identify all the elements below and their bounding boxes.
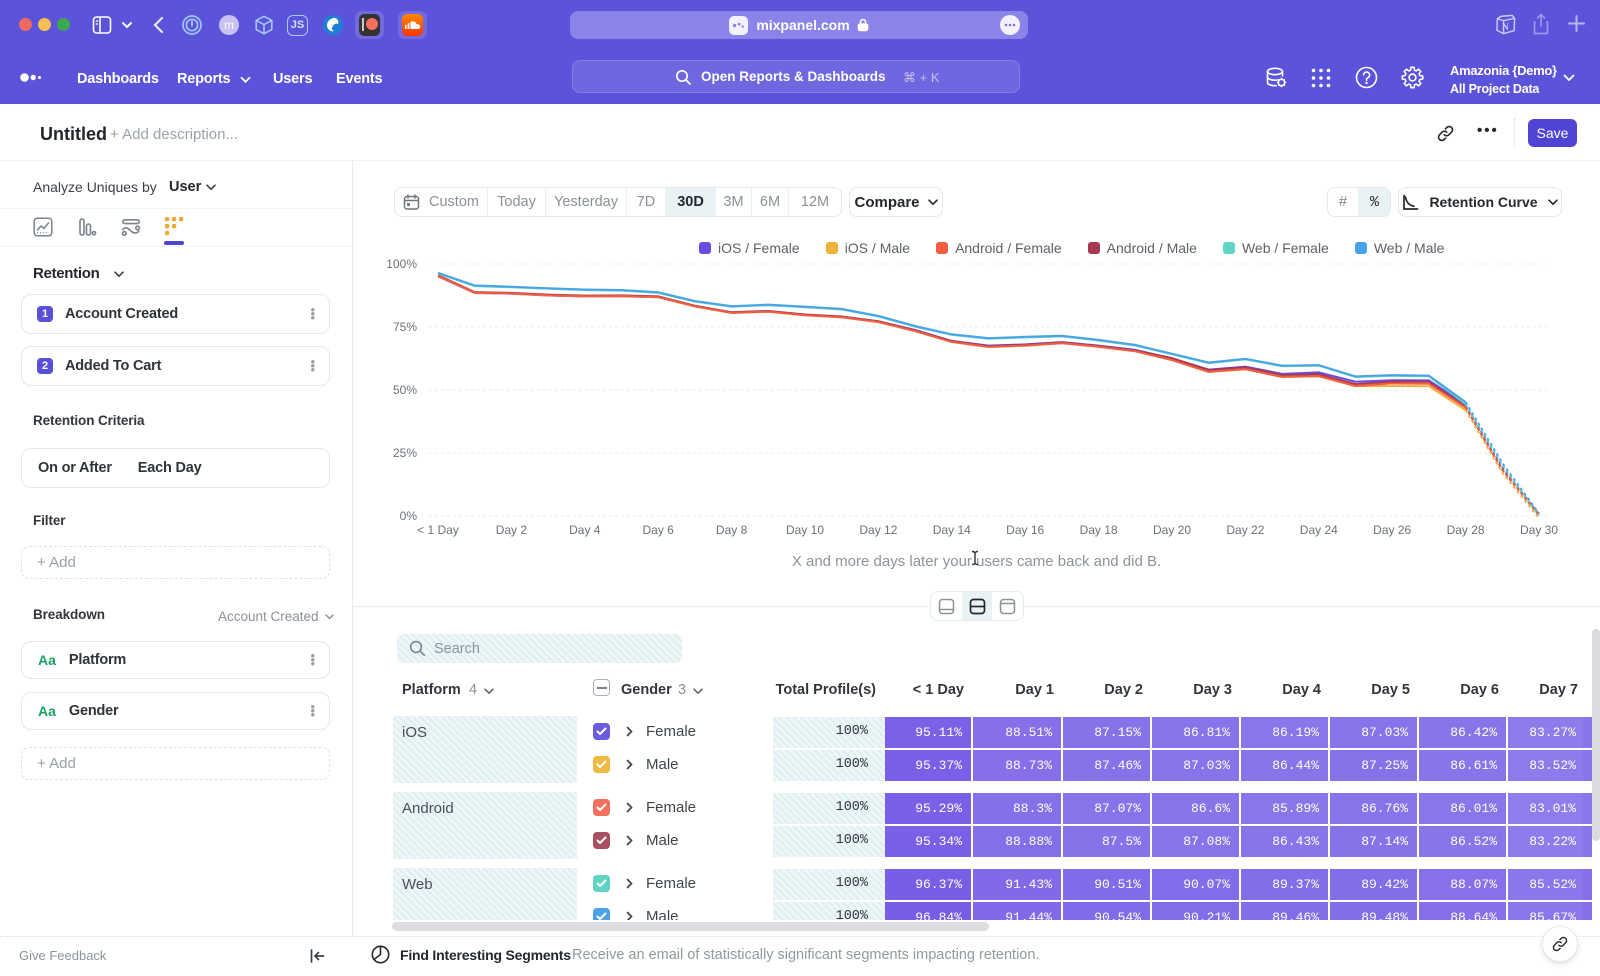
svg-text:75%: 75%: [393, 320, 417, 334]
svg-text:N: N: [1502, 22, 1509, 33]
svg-text:50%: 50%: [393, 383, 417, 397]
svg-text:0%: 0%: [400, 509, 418, 523]
svg-text:100%: 100%: [386, 257, 417, 271]
svg-text:25%: 25%: [393, 446, 417, 460]
